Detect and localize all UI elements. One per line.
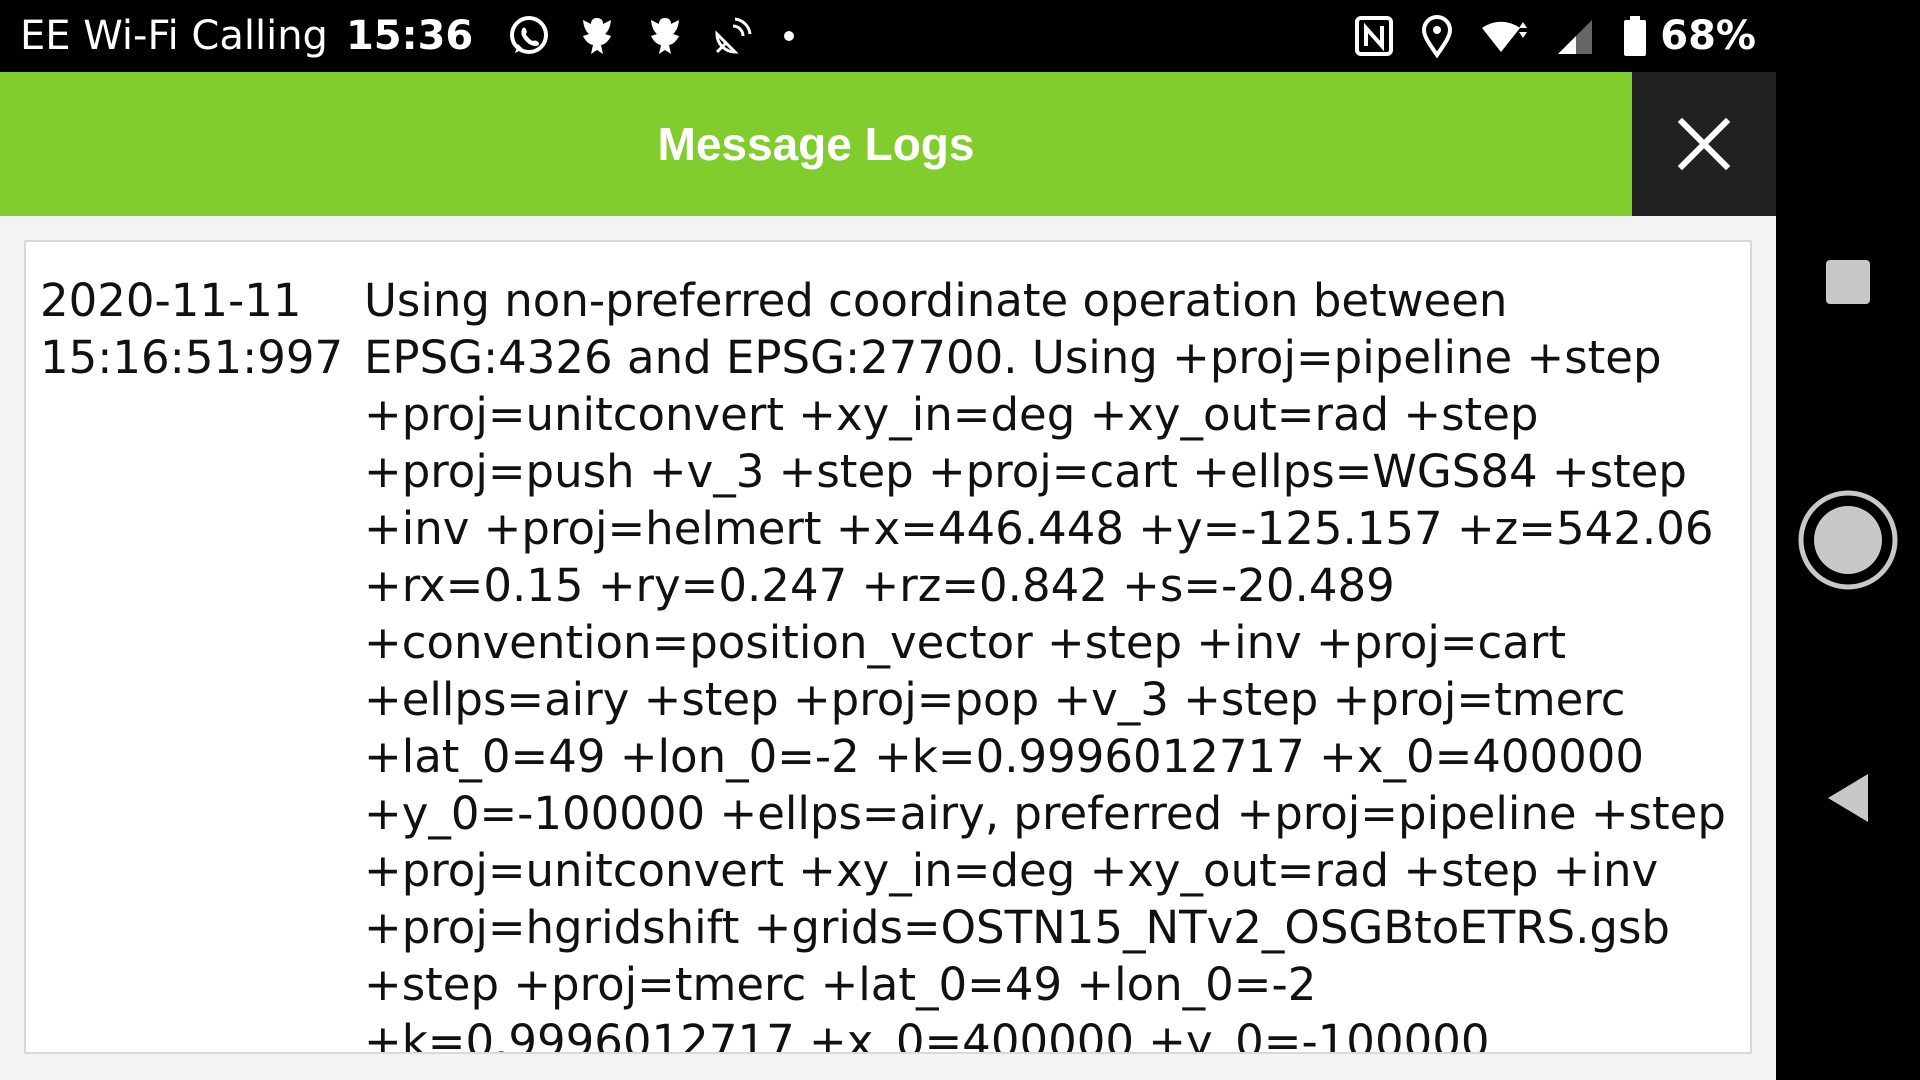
log-date: 2020-11-11 bbox=[40, 274, 302, 327]
status-icons-right: 68% bbox=[1354, 13, 1756, 59]
square-recents-icon bbox=[1826, 260, 1870, 304]
bank-eagle-icon bbox=[575, 14, 619, 58]
location-pin-icon bbox=[1420, 14, 1454, 58]
clock: 15:36 bbox=[345, 13, 474, 59]
message-log-list[interactable]: 2020-11-11 15:16:51:997 Using non-prefer… bbox=[24, 240, 1752, 1054]
status-bar: EE Wi-Fi Calling 15:36 68% bbox=[0, 0, 1776, 72]
log-time: 15:16:51:997 bbox=[40, 331, 344, 384]
bank-eagle-icon bbox=[643, 14, 687, 58]
recents-button[interactable] bbox=[1776, 210, 1920, 354]
content-area: 2020-11-11 15:16:51:997 Using non-prefer… bbox=[0, 216, 1776, 1080]
app-bar: Message Logs bbox=[0, 72, 1776, 216]
back-button[interactable] bbox=[1776, 726, 1920, 870]
carrier-label: EE Wi-Fi Calling bbox=[20, 13, 328, 59]
triangle-back-icon bbox=[1828, 774, 1868, 822]
satellite-dish-icon bbox=[711, 14, 755, 58]
home-button[interactable] bbox=[1776, 468, 1920, 612]
log-timestamp: 2020-11-11 15:16:51:997 bbox=[40, 272, 364, 386]
battery-percentage: 68% bbox=[1660, 13, 1756, 59]
log-entry: 2020-11-11 15:16:51:997 Using non-prefer… bbox=[40, 272, 1736, 1054]
battery-icon bbox=[1622, 14, 1648, 58]
wifi-icon bbox=[1480, 14, 1530, 58]
circle-home-icon bbox=[1798, 490, 1898, 590]
page-title: Message Logs bbox=[657, 118, 975, 170]
nfc-icon bbox=[1354, 14, 1394, 58]
dot-icon bbox=[779, 26, 799, 46]
close-icon bbox=[1678, 118, 1730, 170]
log-message: Using non-preferred coordinate operation… bbox=[364, 274, 1726, 1054]
signal-icon bbox=[1556, 14, 1596, 58]
navigation-bar bbox=[1776, 0, 1920, 1080]
close-button[interactable] bbox=[1632, 72, 1776, 216]
phone-screen: EE Wi-Fi Calling 15:36 68% Message Logs … bbox=[0, 0, 1920, 1080]
whatsapp-icon bbox=[507, 14, 551, 58]
